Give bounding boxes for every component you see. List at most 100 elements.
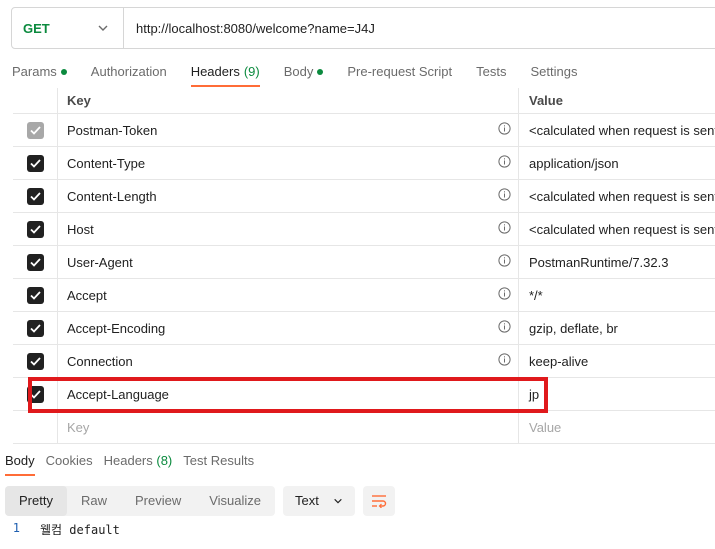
header-value-cell[interactable]: gzip, deflate, br — [519, 312, 715, 344]
header-checkbox[interactable] — [26, 286, 44, 304]
row-checkbox-cell — [13, 279, 58, 311]
header-key: Accept — [67, 287, 107, 303]
view-visualize-button[interactable]: Visualize — [195, 486, 275, 516]
new-value-input[interactable]: Value — [519, 411, 715, 443]
header-key-cell[interactable]: Connection — [58, 345, 519, 377]
tab-count: (9) — [243, 64, 260, 79]
header-key-cell[interactable]: Postman-Token — [58, 114, 519, 146]
header-checkbox[interactable] — [26, 385, 44, 403]
line-number: 1 — [12, 521, 20, 535]
table-row: Host <calculated when request is sent> — [13, 213, 715, 246]
header-checkbox[interactable] — [26, 253, 44, 271]
header-key: Content-Type — [67, 155, 146, 171]
info-icon[interactable] — [498, 254, 511, 270]
tab-body[interactable]: Body — [284, 58, 324, 88]
header-key-cell[interactable]: Content-Type — [58, 147, 519, 179]
header-value-cell[interactable]: keep-alive — [519, 345, 715, 377]
table-row: Content-Length <calculated when request i… — [13, 180, 715, 213]
header-key: Connection — [67, 353, 133, 369]
checkbox-column-header — [13, 88, 58, 113]
info-icon[interactable] — [498, 221, 511, 237]
header-value: <calculated when request is sent> — [529, 188, 715, 204]
header-value-cell[interactable]: */* — [519, 279, 715, 311]
key-column-header: Key — [58, 88, 519, 113]
row-checkbox-cell — [13, 147, 58, 179]
header-checkbox[interactable] — [26, 220, 44, 238]
response-tab-cookies[interactable]: Cookies — [46, 450, 93, 476]
tab-params[interactable]: Params — [12, 58, 67, 88]
info-icon[interactable] — [498, 155, 511, 171]
tab-label: Tests — [476, 64, 507, 79]
row-checkbox-cell — [13, 213, 58, 245]
table-row: Connection keep-alive — [13, 345, 715, 378]
table-row: Accept-Language jp — [13, 378, 715, 411]
wrap-lines-button[interactable] — [362, 485, 395, 516]
header-key: Content-Length — [67, 188, 157, 204]
method-select[interactable]: GET — [12, 8, 124, 48]
new-header-row: Key Value — [13, 411, 715, 444]
header-key: Accept-Language — [67, 386, 169, 402]
info-icon[interactable] — [498, 353, 511, 369]
header-checkbox — [26, 121, 44, 139]
header-key-cell[interactable]: Accept — [58, 279, 519, 311]
header-key-cell[interactable]: User-Agent — [58, 246, 519, 278]
header-checkbox[interactable] — [26, 319, 44, 337]
header-value: */* — [529, 287, 543, 303]
header-checkbox[interactable] — [26, 187, 44, 205]
table-row: Accept */* — [13, 279, 715, 312]
tab-settings[interactable]: Settings — [530, 58, 577, 88]
info-icon[interactable] — [498, 320, 511, 336]
tab-pre-request-script[interactable]: Pre-request Script — [347, 58, 452, 88]
table-row: Postman-Token <calculated when request is… — [13, 114, 715, 147]
format-label: Text — [295, 493, 319, 508]
view-mode-toggle: Pretty Raw Preview Visualize — [5, 485, 276, 516]
response-body: 1 웰컴 default — [0, 521, 120, 538]
header-value-cell[interactable]: <calculated when request is sent> — [519, 114, 715, 146]
view-raw-button[interactable]: Raw — [67, 486, 121, 516]
view-preview-button[interactable]: Preview — [121, 486, 195, 516]
header-key-cell[interactable]: Host — [58, 213, 519, 245]
header-value-cell[interactable]: PostmanRuntime/7.32.3 — [519, 246, 715, 278]
tab-authorization[interactable]: Authorization — [91, 58, 167, 88]
row-checkbox-cell — [13, 246, 58, 278]
header-key-cell[interactable]: Content-Length — [58, 180, 519, 212]
value-column-header: Value — [529, 93, 563, 108]
response-tab-test-results[interactable]: Test Results — [183, 450, 254, 476]
row-checkbox-cell — [13, 114, 58, 146]
tab-label: Body — [283, 64, 314, 79]
header-value-cell[interactable]: <calculated when request is sent> — [519, 180, 715, 212]
url-input[interactable]: http://localhost:8080/welcome?name=J4J — [124, 21, 375, 36]
response-tabs: Body Cookies Headers (8) Test Results — [0, 450, 260, 476]
request-tabs: Params Authorization Headers (9) Body Pre… — [0, 58, 589, 88]
row-checkbox-cell — [13, 312, 58, 344]
view-pretty-button[interactable]: Pretty — [5, 485, 67, 516]
header-key: User-Agent — [67, 254, 133, 270]
header-key: Host — [67, 221, 94, 237]
row-checkbox-cell — [13, 378, 58, 410]
header-value: <calculated when request is sent> — [529, 122, 715, 138]
code-line: 웰컴 default — [40, 523, 120, 537]
info-icon[interactable] — [498, 287, 511, 303]
row-checkbox-cell — [13, 345, 58, 377]
header-key-cell[interactable]: Accept-Language — [58, 378, 519, 410]
header-value-cell[interactable]: <calculated when request is sent> — [519, 213, 715, 245]
status-dot-icon — [60, 69, 67, 75]
info-icon[interactable] — [498, 188, 511, 204]
tab-label: Cookies — [45, 453, 93, 468]
chevron-down-icon — [98, 25, 108, 31]
table-row: Content-Type application/json — [13, 147, 715, 180]
header-checkbox[interactable] — [26, 154, 44, 172]
info-icon[interactable] — [498, 122, 511, 138]
response-tab-headers[interactable]: Headers (8) — [104, 450, 173, 476]
header-value-cell[interactable]: jp — [519, 378, 715, 410]
tab-tests[interactable]: Tests — [476, 58, 506, 88]
header-value-cell[interactable]: application/json — [519, 147, 715, 179]
response-tab-body[interactable]: Body — [5, 450, 35, 476]
tab-headers[interactable]: Headers (9) — [190, 58, 260, 88]
format-select[interactable]: Text — [283, 485, 355, 516]
header-checkbox[interactable] — [26, 352, 44, 370]
tab-label: Params — [12, 64, 57, 79]
tab-label: Body — [5, 453, 35, 468]
new-key-input[interactable]: Key — [58, 411, 519, 443]
header-key-cell[interactable]: Accept-Encoding — [58, 312, 519, 344]
